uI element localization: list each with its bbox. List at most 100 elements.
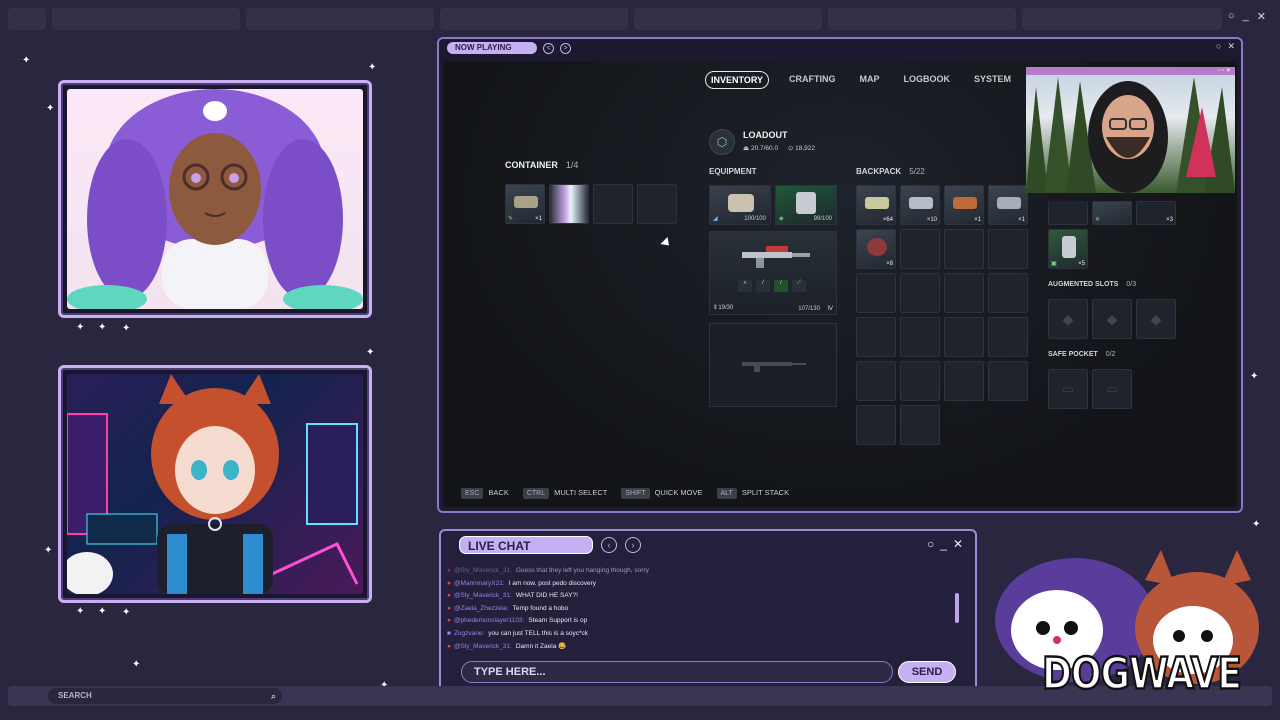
sparkle-icon: ✦ (76, 322, 85, 333)
weapon-tier-icon: Ⅳ (827, 306, 833, 312)
backpack-slot[interactable] (856, 317, 896, 357)
backpack-slot[interactable] (944, 361, 984, 401)
chat-input[interactable]: TYPE HERE... (461, 661, 893, 683)
backpack-slot[interactable] (900, 361, 940, 401)
backpack-slot[interactable] (988, 317, 1028, 357)
primary-weapon-slot[interactable]: ⌕ / / ⟋ ⦀ 19/30 107/130 Ⅳ (709, 231, 837, 315)
game-nav: INVENTORY CRAFTING MAP LOGBOOK SYSTEM (705, 71, 1015, 89)
augmented-slots-label: AUGMENTED SLOTS 0/3 (1048, 281, 1137, 288)
backpack-slot[interactable]: ×8 (856, 229, 896, 269)
loadout-weight: ⏏ 20.7/60.0 ⊙ 18,922 (743, 145, 816, 152)
live-chat-window: LIVE CHAT ‹ › ○ _ ✕ ● @Sly_Maverick_31: Gu… (439, 529, 977, 701)
search-icon[interactable]: ⌕ (271, 688, 276, 704)
chat-message: ■ Zugzvane: you can just TELL this is a so… (447, 629, 589, 637)
augment-gem-icon[interactable]: ◆ (1048, 299, 1088, 339)
backpack-slot[interactable] (988, 229, 1028, 269)
backpack-slot[interactable] (944, 229, 984, 269)
scope-attachment-icon[interactable]: ⌕ (738, 280, 752, 292)
grip-attachment-icon[interactable]: / (774, 280, 788, 292)
chat-message: ● @MannmaryX21: I am now. post pedo discov… (447, 579, 597, 587)
tab-system[interactable]: SYSTEM (970, 71, 1015, 89)
quick-slot[interactable]: ×3 (1136, 201, 1176, 225)
sparkle-icon: ✦ (132, 659, 141, 670)
augment-icon: ◈ (779, 216, 784, 222)
backpack-slot[interactable]: ×10 (900, 185, 940, 225)
close-icon[interactable]: ✕ (953, 537, 963, 551)
tab-crafting[interactable]: CRAFTING (785, 71, 840, 89)
minimize-icon[interactable]: _ (940, 537, 947, 551)
logo-text: DOGWAVE (1041, 649, 1243, 701)
stock-attachment-icon[interactable]: ⟋ (792, 280, 806, 292)
backpack-slot[interactable] (900, 273, 940, 313)
secondary-weapon-slot[interactable] (709, 323, 837, 407)
container-slot[interactable] (593, 184, 633, 224)
hint-split-stack[interactable]: ALT SPLIT STACK (716, 488, 789, 499)
restore-icon[interactable]: ○ (927, 537, 934, 551)
minimize-icon[interactable]: _ (1243, 10, 1249, 23)
backpack-slot[interactable] (988, 273, 1028, 313)
backpack-slot[interactable] (856, 361, 896, 401)
backpack-slot[interactable] (988, 361, 1028, 401)
hint-back[interactable]: ESC BACK (461, 488, 509, 499)
tab-map[interactable]: MAP (856, 71, 884, 89)
backpack-slot[interactable] (900, 229, 940, 269)
next-arrow-icon[interactable]: › (625, 537, 641, 553)
badge-icon: ● (447, 642, 451, 650)
backpack-label: BACKPACK 5/22 (856, 167, 925, 176)
backpack-slot[interactable] (856, 273, 896, 313)
backpack-slot[interactable]: ×64 (856, 185, 896, 225)
container-slot-selected[interactable] (549, 184, 589, 224)
safe-pocket-lock-icon[interactable]: ▭ (1092, 369, 1132, 409)
prev-arrow-icon[interactable]: < (543, 42, 554, 54)
shield-slot[interactable]: 100/100 ◢ (709, 185, 771, 225)
backpack-slot[interactable] (900, 405, 940, 445)
restore-icon[interactable]: ○ (1216, 41, 1221, 52)
backpack-slot[interactable]: ×1 (988, 185, 1028, 225)
weapon-ammo: ⦀ 19/30 (714, 305, 734, 311)
wrench-icon: ✎ (508, 216, 514, 222)
chat-message: ● @Sly_Maverick_31: Guess that they left y… (447, 567, 649, 574)
container-label: CONTAINER 1/4 (505, 160, 579, 170)
container-slot[interactable]: ✎ ×1 (505, 184, 545, 224)
quick-slot[interactable] (1048, 201, 1088, 225)
backpack-slot[interactable] (856, 405, 896, 445)
hint-quick-move[interactable]: SHIFT QUICK MOVE (621, 488, 703, 499)
tab-segment (634, 8, 822, 30)
sparkle-icon: ✦ (1250, 371, 1259, 382)
augment-slot[interactable]: 98/100 ◈ (775, 185, 837, 225)
chat-titlebar: LIVE CHAT ‹ › (459, 536, 641, 554)
badge-icon: ● (447, 579, 451, 587)
container-slot[interactable] (637, 184, 677, 224)
tab-segment (8, 8, 46, 30)
close-icon[interactable]: ✕ (1227, 41, 1235, 52)
window-controls: ○ _ ✕ (1228, 10, 1266, 23)
backpack-slot[interactable] (944, 273, 984, 313)
backpack-slot[interactable]: ×1 (944, 185, 984, 225)
quick-slot[interactable]: ✕ (1092, 201, 1132, 225)
live-chat-label: LIVE CHAT (459, 536, 593, 554)
safe-pocket-lock-icon[interactable]: ▭ (1048, 369, 1088, 409)
send-button[interactable]: SEND (898, 661, 956, 683)
chat-message: ● @Zaela_Zhezzeia: Temp found a hobo (447, 604, 569, 612)
augment-gem-icon[interactable]: ◆ (1092, 299, 1132, 339)
chat-scrollbar[interactable] (955, 593, 959, 623)
hint-multi-select[interactable]: CTRL MULTI SELECT (522, 488, 607, 499)
backpack-slot[interactable] (944, 317, 984, 357)
sparkle-icon: ✦ (1252, 519, 1261, 530)
quick-slot[interactable]: ×5 ▣ (1048, 229, 1088, 269)
search-input[interactable]: SEARCH ⌕ (48, 688, 282, 704)
weight-icon: ⏏ (743, 145, 751, 152)
attachment-row: ⌕ / / ⟋ (738, 280, 806, 292)
next-arrow-icon[interactable]: > (560, 42, 571, 54)
tab-inventory[interactable]: INVENTORY (705, 71, 770, 89)
item-icon (514, 196, 538, 208)
tab-segment (828, 8, 1016, 30)
backpack-slot[interactable] (900, 317, 940, 357)
restore-icon[interactable]: ○ (1228, 10, 1235, 23)
close-icon[interactable]: ✕ (1257, 10, 1266, 23)
augment-gem-icon[interactable]: ◆ (1136, 299, 1176, 339)
barrel-attachment-icon[interactable]: / (756, 280, 770, 292)
sparkle-icon: ✦ (98, 606, 107, 617)
tab-logbook[interactable]: LOGBOOK (900, 71, 955, 89)
prev-arrow-icon[interactable]: ‹ (601, 537, 617, 553)
